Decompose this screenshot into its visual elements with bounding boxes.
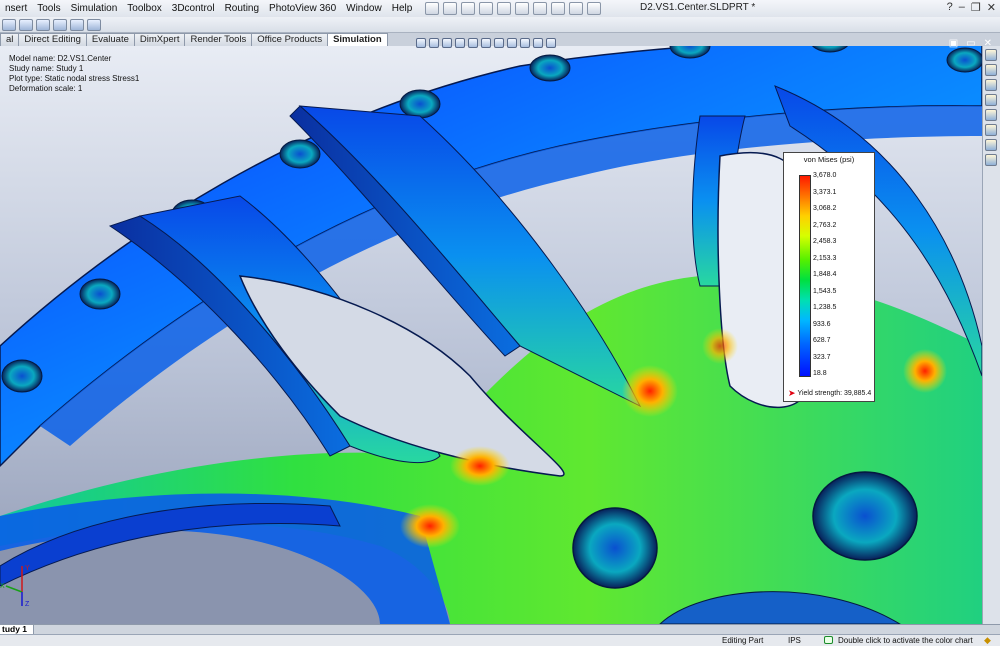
status-bar: Editing Part IPS Double click to activat… — [0, 634, 1000, 646]
hide-show-icon[interactable] — [494, 38, 504, 48]
legend-tick-label: 18.8 — [813, 370, 827, 377]
save-icon[interactable] — [479, 2, 494, 15]
viewport-minimize-icon[interactable]: ▭ — [966, 38, 975, 49]
study-info-annotation: Model name: D2.VS1.Center Study name: St… — [9, 54, 139, 94]
axis-z-label: Z — [25, 601, 30, 608]
simulation-advisor-icon[interactable] — [985, 154, 997, 166]
fixture-icon[interactable] — [19, 18, 33, 31]
menu-window[interactable]: Window — [341, 3, 387, 14]
zoom-to-fit-icon[interactable] — [416, 38, 426, 48]
pin-icon[interactable] — [425, 2, 440, 15]
yield-arrow-icon: ➤ — [788, 388, 796, 398]
legend-tick-label: 1,543.5 — [813, 287, 837, 295]
run-icon[interactable] — [70, 18, 84, 31]
yield-strength-text: Yield strength: 39,885.4 — [797, 390, 872, 397]
tab-dimxpert[interactable]: DimXpert — [133, 33, 186, 46]
deformation-scale-text: Deformation scale: 1 — [9, 84, 83, 93]
tab-render-tools[interactable]: Render Tools — [184, 33, 253, 46]
tab-evaluate[interactable]: Evaluate — [85, 33, 135, 46]
window-controls: ? – ❐ ✕ — [947, 1, 996, 14]
document-title: D2.VS1.Center.SLDPRT * — [640, 2, 756, 13]
menu-bar: nsert Tools Simulation Toolbox 3Dcontrol… — [0, 0, 1000, 18]
undo-icon[interactable] — [515, 2, 530, 15]
minimize-icon[interactable]: – — [959, 1, 965, 14]
quick-access-toolbar — [423, 2, 603, 15]
legend-title: von Mises (psi) — [803, 155, 855, 164]
tab-office-products[interactable]: Office Products — [251, 33, 329, 46]
select-arrow-icon[interactable] — [533, 2, 548, 15]
color-chart-legend[interactable]: von Mises (psi) 3,678.0 3,373.1 3,068.2 2,7… — [783, 152, 875, 402]
legend-tick-label: 3,068.2 — [813, 205, 837, 212]
study-name-text: Study name: Study 1 — [9, 64, 84, 73]
print-icon[interactable] — [497, 2, 512, 15]
tab-features[interactable]: al — [0, 33, 20, 46]
graphics-viewport[interactable]: Y X Z Model name: D2.VS1.Center Study na… — [0, 46, 982, 624]
rebuild-icon[interactable] — [551, 2, 566, 15]
legend-tick-label: 2,763.2 — [813, 221, 837, 229]
mesh-icon[interactable] — [53, 18, 67, 31]
simulation-display-icon[interactable] — [546, 38, 556, 48]
options-gear-icon[interactable] — [587, 2, 602, 15]
load-icon[interactable] — [36, 18, 50, 31]
file-properties-icon[interactable] — [569, 2, 584, 15]
menu-tools[interactable]: Tools — [32, 3, 65, 14]
previous-view-icon[interactable] — [442, 38, 452, 48]
plot-type-text: Plot type: Static nodal stress Stress1 — [9, 74, 140, 83]
zoom-to-area-icon[interactable] — [429, 38, 439, 48]
open-folder-icon[interactable] — [461, 2, 476, 15]
design-library-icon[interactable] — [985, 64, 997, 76]
results-icon[interactable] — [87, 18, 101, 31]
heads-up-view-toolbar — [416, 38, 556, 48]
legend-color-bar — [799, 175, 811, 377]
view-orientation-icon[interactable] — [468, 38, 478, 48]
axis-y-label: Y — [25, 565, 30, 572]
status-units[interactable]: IPS — [788, 635, 801, 646]
legend-tick-label: 3,678.0 — [813, 172, 837, 179]
apply-scene-icon[interactable] — [520, 38, 530, 48]
legend-tick-label: 323.7 — [813, 353, 831, 361]
command-toolbar — [0, 17, 1000, 33]
model-name-text: Model name: D2.VS1.Center — [9, 54, 112, 63]
solidworks-resources-icon[interactable] — [985, 49, 997, 61]
study-icon[interactable] — [2, 18, 16, 31]
legend-tick-label: 2,153.3 — [813, 254, 837, 262]
status-hint-icon — [824, 636, 833, 644]
legend-tick-label: 933.6 — [813, 320, 831, 328]
menu-routing[interactable]: Routing — [220, 3, 264, 14]
legend-tick-label: 2,458.3 — [813, 238, 837, 245]
edit-appearance-icon[interactable] — [507, 38, 517, 48]
help-icon[interactable]: ? — [947, 1, 953, 14]
status-mode: Editing Part — [722, 636, 764, 645]
legend-tick-label: 628.7 — [813, 337, 831, 344]
view-palette-icon[interactable] — [985, 109, 997, 121]
menu-3dcontrol[interactable]: 3Dcontrol — [167, 3, 220, 14]
file-explorer-icon[interactable] — [985, 79, 997, 91]
custom-properties-icon[interactable] — [985, 139, 997, 151]
tab-study-1[interactable]: tudy 1 — [0, 625, 35, 634]
tab-direct-editing[interactable]: Direct Editing — [18, 33, 87, 46]
legend-tick-label: 1,848.4 — [813, 271, 837, 278]
rebuild-status-icon[interactable]: ◆ — [984, 635, 991, 646]
search-icon[interactable] — [985, 94, 997, 106]
yield-strength-marker: ➤ Yield strength: 39,885.4 — [788, 388, 871, 399]
section-view-icon[interactable] — [455, 38, 465, 48]
appearances-icon[interactable] — [985, 124, 997, 136]
legend-tick-label: 3,373.1 — [813, 188, 837, 196]
menu-simulation[interactable]: Simulation — [66, 3, 123, 14]
menu-insert[interactable]: nsert — [0, 3, 32, 14]
legend-tick-label: 1,238.5 — [813, 304, 837, 311]
menu-photoview[interactable]: PhotoView 360 — [264, 3, 341, 14]
view-settings-icon[interactable] — [533, 38, 543, 48]
display-style-icon[interactable] — [481, 38, 491, 48]
menu-toolbox[interactable]: Toolbox — [122, 3, 166, 14]
axis-x-label: X — [0, 583, 5, 590]
viewport-restore-icon[interactable]: ▣ — [949, 38, 958, 49]
status-hint: Double click to activate the color chart — [838, 636, 973, 645]
tab-simulation[interactable]: Simulation — [327, 33, 388, 46]
close-icon[interactable]: ✕ — [987, 1, 996, 14]
new-document-icon[interactable] — [443, 2, 458, 15]
restore-icon[interactable]: ❐ — [971, 1, 981, 14]
task-pane — [982, 46, 1000, 624]
menu-help[interactable]: Help — [387, 3, 418, 14]
